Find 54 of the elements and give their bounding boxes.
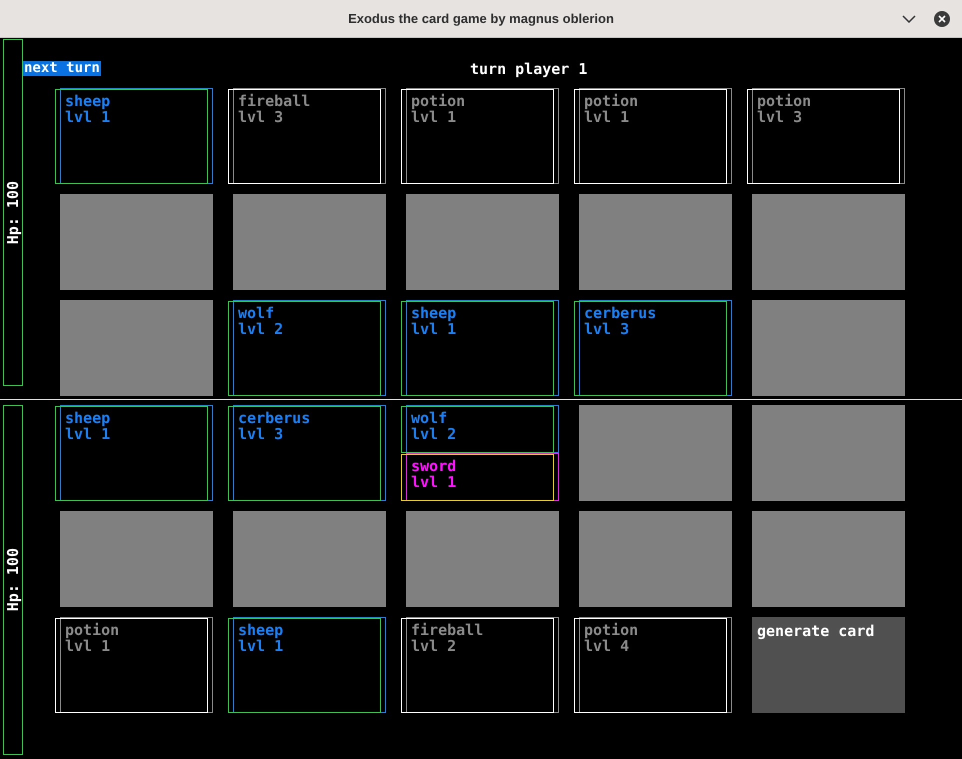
- card-level: lvl 1: [65, 109, 112, 125]
- empty-card-slot[interactable]: [406, 194, 559, 290]
- card-level: lvl 1: [584, 109, 630, 125]
- card-level: lvl 1: [65, 426, 112, 442]
- empty-card-slot[interactable]: [60, 511, 213, 607]
- card-level: lvl 1: [65, 638, 110, 654]
- empty-card-slot[interactable]: [752, 405, 905, 501]
- card-name: potion: [757, 93, 812, 109]
- card-name: fireball: [411, 622, 484, 638]
- empty-card-slot[interactable]: [752, 194, 905, 290]
- hp-label: Hp: 100: [4, 180, 22, 244]
- next-turn-button[interactable]: next turn: [23, 61, 101, 76]
- card-level: lvl 3: [757, 109, 802, 125]
- card-name: sword: [411, 458, 458, 474]
- card-name: fireball: [238, 93, 312, 109]
- hp-label: Hp: 100: [4, 548, 22, 612]
- card-level: lvl 2: [238, 321, 284, 337]
- empty-card-slot[interactable]: [233, 511, 386, 607]
- card-name: potion: [65, 622, 120, 638]
- card-level: lvl 2: [411, 638, 458, 654]
- card-level: lvl 1: [411, 474, 458, 490]
- card-name: sheep: [65, 93, 112, 109]
- empty-card-slot[interactable]: [60, 300, 213, 396]
- card-name: cerberus: [584, 305, 658, 321]
- close-icon[interactable]: [934, 11, 950, 27]
- card-level: lvl 4: [584, 638, 630, 654]
- card-name: sheep: [238, 622, 284, 638]
- card-name: potion: [584, 622, 640, 638]
- empty-card-slot[interactable]: [233, 194, 386, 290]
- empty-card-slot[interactable]: [752, 511, 905, 607]
- card-level: lvl 1: [411, 321, 458, 337]
- empty-card-slot[interactable]: [579, 511, 732, 607]
- card-name: sheep: [65, 410, 112, 426]
- card-name: wolf: [238, 305, 276, 321]
- empty-card-slot[interactable]: [752, 300, 905, 396]
- card-name: sheep: [411, 305, 458, 321]
- card-level: lvl 3: [238, 109, 284, 125]
- minimize-icon[interactable]: [902, 15, 916, 23]
- card-level: lvl 1: [411, 109, 456, 125]
- card-level: lvl 1: [238, 638, 284, 654]
- turn-label: turn player 1: [470, 60, 588, 78]
- card-level: lvl 2: [411, 426, 458, 442]
- card-level: lvl 3: [238, 426, 284, 442]
- card-name: cerberus: [238, 410, 312, 426]
- window-title: Exodus the card game by magnus oblerion: [348, 11, 614, 26]
- card-name: potion: [411, 93, 466, 109]
- generate-card-button[interactable]: generate card: [752, 617, 905, 713]
- card-name: potion: [584, 93, 640, 109]
- card-level: lvl 3: [584, 321, 630, 337]
- card-name: wolf: [411, 410, 448, 426]
- empty-card-slot[interactable]: [579, 405, 732, 501]
- empty-card-slot[interactable]: [406, 511, 559, 607]
- empty-card-slot[interactable]: [60, 194, 213, 290]
- empty-card-slot[interactable]: [579, 194, 732, 290]
